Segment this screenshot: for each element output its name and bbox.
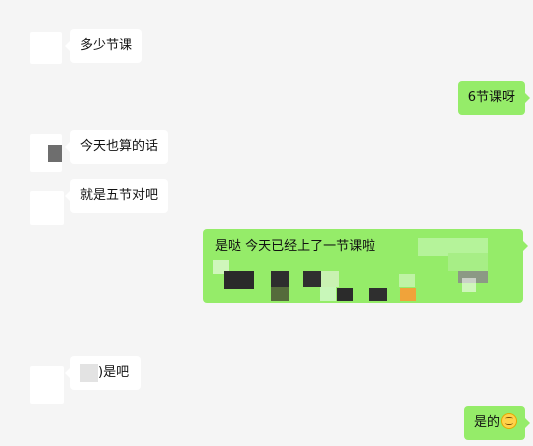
smile-emoji-icon: [501, 413, 517, 429]
message-bubble[interactable]: 是的: [463, 406, 531, 440]
message-outgoing: 是的: [0, 0, 533, 446]
message-text: 是的: [473, 415, 500, 430]
